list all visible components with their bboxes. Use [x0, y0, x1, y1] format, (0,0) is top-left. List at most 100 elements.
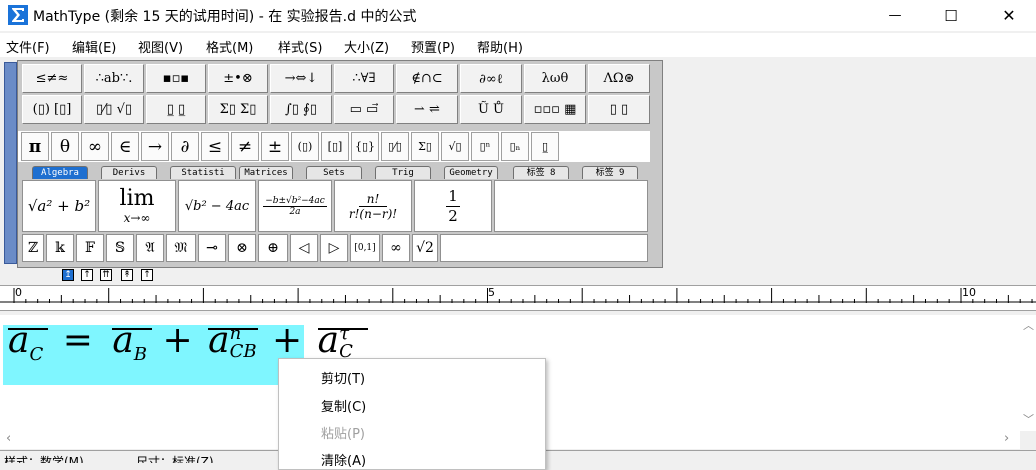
left-triangle-button[interactable]: ◁ — [290, 234, 318, 262]
template-limit[interactable]: lim x→∞ — [98, 180, 176, 232]
template-combination[interactable]: n! r!(n−r)! — [334, 180, 412, 232]
sqrt-button[interactable]: √▯ — [441, 132, 469, 161]
vector-a-n-cb: a n CB — [208, 320, 259, 361]
close-button[interactable]: ✕ — [986, 0, 1032, 31]
neq-button[interactable]: ≠ — [231, 132, 259, 161]
summation-button[interactable]: Σ▯ — [411, 132, 439, 161]
menu-help[interactable]: 帮助(H) — [477, 37, 523, 56]
pi-button[interactable]: π — [21, 132, 49, 161]
plus-sign-2: + — [272, 320, 303, 361]
template-one-half[interactable]: 1 2 — [414, 180, 492, 232]
tab-geometry[interactable]: Geometry — [444, 166, 498, 179]
right-triangle-button[interactable]: ▷ — [320, 234, 348, 262]
maximize-icon: ☐ — [944, 6, 958, 25]
blackboard-k-button[interactable]: 𝕜 — [46, 234, 74, 262]
scroll-down-icon[interactable]: ﹀ — [1023, 411, 1034, 427]
menu-format[interactable]: 格式(M) — [206, 37, 253, 56]
summations-palette-button[interactable]: Σ▯ Σ▯ — [208, 95, 268, 124]
interval-button[interactable]: [0,1] — [350, 234, 380, 262]
embellishments-palette-button[interactable]: ▪︎▫︎▪︎ — [146, 64, 206, 93]
template-empty-slot[interactable] — [494, 180, 648, 232]
operators-palette-button[interactable]: ±•⊗ — [208, 64, 268, 93]
superscript-button[interactable]: ▯ⁿ — [471, 132, 499, 161]
plusminus-button[interactable]: ± — [261, 132, 289, 161]
boxes-palette-button[interactable]: ▯ ▯ — [588, 95, 650, 124]
otimes-button[interactable]: ⊗ — [228, 234, 256, 262]
vertical-scrollbar[interactable]: ︿ ﹀ — [1020, 315, 1036, 431]
element-of-button[interactable]: ∈ — [111, 132, 139, 161]
spaces-ellipses-palette-button[interactable]: ∴ab∵. — [84, 64, 144, 93]
greek-upper-palette-button[interactable]: ΛΩ⊛ — [588, 64, 650, 93]
tab-label-9[interactable]: 标签 9 — [582, 166, 638, 179]
menu-item-clear[interactable]: 清除(A) — [321, 450, 366, 469]
infinity-button[interactable]: ∞ — [81, 132, 109, 161]
menu-item-cut[interactable]: 剪切(T) — [321, 368, 365, 387]
nudge-up-double-icon[interactable]: ⇈ — [100, 269, 112, 281]
arrows-palette-button[interactable]: →⇔↓ — [270, 64, 332, 93]
integrals-palette-button[interactable]: ∫▯ ∮▯ — [270, 95, 332, 124]
nudge-up-small-icon[interactable]: ↑ — [81, 269, 93, 281]
tab-sets[interactable]: Sets — [306, 166, 362, 179]
scroll-left-icon[interactable]: ‹ — [6, 431, 11, 446]
integers-symbol-button[interactable]: ℤ — [22, 234, 44, 262]
tab-algebra[interactable]: Algebra — [32, 166, 88, 179]
set-theory-palette-button[interactable]: ∉∩⊂ — [396, 64, 458, 93]
menu-item-paste[interactable]: 粘贴(P) — [321, 423, 365, 442]
menu-edit[interactable]: 编辑(E) — [72, 37, 116, 56]
nudge-up-line-icon[interactable]: ↑ — [141, 269, 153, 281]
misc-symbols-palette-button[interactable]: ∂∞ℓ — [460, 64, 522, 93]
greek-lower-palette-button[interactable]: λωθ — [524, 64, 586, 93]
bars-palette-button[interactable]: ▭ ▭⃗ — [334, 95, 394, 124]
underscript-button[interactable]: ▯̲ — [531, 132, 559, 161]
logic-palette-button[interactable]: ∴∀∃ — [334, 64, 394, 93]
blackboard-s-button[interactable]: 𝕊 — [106, 234, 134, 262]
fractions-radicals-palette-button[interactable]: ▯⁄▯ √▯ — [84, 95, 144, 124]
template-discriminant[interactable]: √b² − 4ac — [178, 180, 256, 232]
scroll-right-icon[interactable]: › — [1004, 431, 1009, 446]
relations-palette-button[interactable]: ≤≠≈ — [22, 64, 82, 93]
nudge-up-icon[interactable]: ↥ — [62, 269, 74, 281]
nudge-up-step-icon[interactable]: ↟ — [121, 269, 133, 281]
template-quadratic[interactable]: −b±√b²−4ac 2a — [258, 180, 332, 232]
menu-file[interactable]: 文件(F) — [6, 37, 50, 56]
tab-statistics[interactable]: Statisti — [170, 166, 236, 179]
subscript-button[interactable]: ▯ₙ — [501, 132, 529, 161]
menu-preferences[interactable]: 预置(P) — [411, 37, 455, 56]
arrow-button[interactable]: → — [141, 132, 169, 161]
menu-view[interactable]: 视图(V) — [138, 37, 183, 56]
fraction-button[interactable]: ▯⁄▯ — [381, 132, 409, 161]
infinity-bottom-button[interactable]: ∞ — [382, 234, 410, 262]
var-a-n: a — [208, 320, 230, 361]
tab-matrices[interactable]: Matrices — [239, 166, 293, 179]
parentheses-button[interactable]: (▯) — [291, 132, 319, 161]
maximize-button[interactable]: ☐ — [928, 0, 974, 31]
menu-item-copy[interactable]: 复制(C) — [321, 396, 366, 415]
blackboard-f-button[interactable]: 𝔽 — [76, 234, 104, 262]
sqrt2-button[interactable]: √2 — [412, 234, 438, 262]
labeled-arrows-palette-button[interactable]: ⇀ ⇌ — [396, 95, 458, 124]
menu-size[interactable]: 大小(Z) — [344, 37, 389, 56]
tab-trig[interactable]: Trig — [375, 166, 431, 179]
bottom-empty-slot[interactable] — [440, 234, 648, 262]
products-palette-button[interactable]: Ũ Ů — [460, 95, 522, 124]
subscripts-palette-button[interactable]: ▯̲ ▯̲ — [146, 95, 206, 124]
fences-palette-button[interactable]: (▯) [▯] — [22, 95, 82, 124]
toolbar-drag-handle[interactable] — [4, 62, 17, 264]
matrices-palette-button[interactable]: ▫▫▫ ▦ — [524, 95, 586, 124]
template-pythagoras[interactable]: √a² + b² — [22, 180, 96, 232]
scroll-up-icon[interactable]: ︿ — [1023, 317, 1034, 333]
partial-button[interactable]: ∂ — [171, 132, 199, 161]
brackets-button[interactable]: [▯] — [321, 132, 349, 161]
multimap-button[interactable]: ⊸ — [198, 234, 226, 262]
leq-button[interactable]: ≤ — [201, 132, 229, 161]
minimize-button[interactable]: — — [872, 0, 918, 31]
braces-button[interactable]: {▯} — [351, 132, 379, 161]
menu-style[interactable]: 样式(S) — [278, 37, 322, 56]
fraktur-a-button[interactable]: 𝔄 — [136, 234, 164, 262]
vector-a-tau: a τ C — [317, 320, 368, 361]
theta-button[interactable]: θ — [51, 132, 79, 161]
fraktur-m-button[interactable]: 𝔐 — [166, 234, 196, 262]
oplus-button[interactable]: ⊕ — [258, 234, 288, 262]
tab-derivs[interactable]: Derivs — [101, 166, 157, 179]
tab-label-8[interactable]: 标签 8 — [513, 166, 569, 179]
